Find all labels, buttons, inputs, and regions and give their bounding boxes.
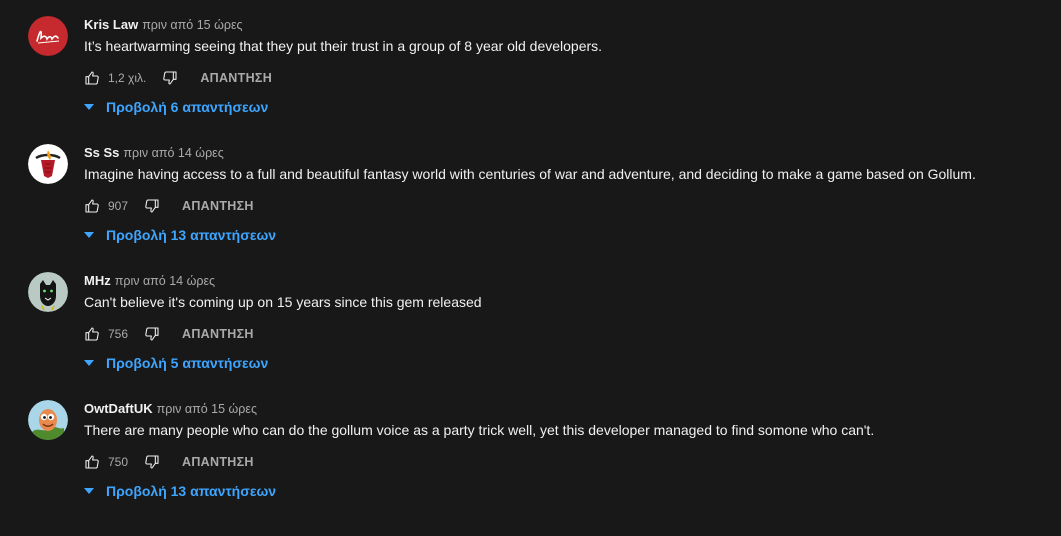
view-replies-button[interactable]: Προβολή 6 απαντήσεων bbox=[82, 95, 268, 119]
panther-avatar-icon bbox=[28, 272, 68, 312]
view-replies-label: Προβολή 6 απαντήσεων bbox=[106, 99, 269, 115]
comment-item: OwtDaftUK πριν από 15 ώρες There are many… bbox=[0, 400, 1061, 536]
author-name[interactable]: OwtDaftUK bbox=[84, 401, 153, 416]
chevron-down-icon bbox=[84, 232, 94, 238]
view-replies-label: Προβολή 13 απαντήσεων bbox=[106, 227, 277, 243]
comment-item: Ss Ss πριν από 14 ώρες Imagine having acc… bbox=[0, 144, 1061, 280]
worm-cartoon-avatar-icon bbox=[28, 400, 68, 440]
view-replies-button[interactable]: Προβολή 5 απαντήσεων bbox=[82, 351, 268, 375]
like-count: 750 bbox=[108, 455, 129, 469]
comment-toolbar: 750 ΑΠΑΝΤΗΣΗ bbox=[84, 452, 254, 472]
avatar[interactable] bbox=[28, 272, 68, 312]
reply-button[interactable]: ΑΠΑΝΤΗΣΗ bbox=[182, 455, 254, 469]
view-replies-label: Προβολή 13 απαντήσεων bbox=[106, 483, 277, 499]
like-icon[interactable] bbox=[84, 454, 100, 470]
comment-header: OwtDaftUK πριν από 15 ώρες bbox=[84, 400, 257, 418]
like-count: 1,2 χιλ. bbox=[108, 71, 147, 85]
reply-button[interactable]: ΑΠΑΝΤΗΣΗ bbox=[200, 71, 272, 85]
comment-header: MHz πριν από 14 ώρες bbox=[84, 272, 215, 290]
chevron-down-icon bbox=[84, 488, 94, 494]
comment-toolbar: 756 ΑΠΑΝΤΗΣΗ bbox=[84, 324, 254, 344]
dislike-icon[interactable] bbox=[162, 70, 178, 86]
comment-time[interactable]: πριν από 14 ώρες bbox=[123, 146, 223, 160]
like-icon[interactable] bbox=[84, 326, 100, 342]
like-icon[interactable] bbox=[84, 198, 100, 214]
comment-toolbar: 907 ΑΠΑΝΤΗΣΗ bbox=[84, 196, 254, 216]
comment-time[interactable]: πριν από 15 ώρες bbox=[142, 18, 242, 32]
comment-text: There are many people who can do the gol… bbox=[84, 422, 875, 438]
comment-text: Can't believe it's coming up on 15 years… bbox=[84, 294, 482, 310]
signature-logo-avatar-icon bbox=[28, 16, 68, 56]
avatar[interactable] bbox=[28, 16, 68, 56]
reply-button[interactable]: ΑΠΑΝΤΗΣΗ bbox=[182, 199, 254, 213]
dislike-icon[interactable] bbox=[144, 454, 160, 470]
comment-time[interactable]: πριν από 14 ώρες bbox=[115, 274, 215, 288]
view-replies-button[interactable]: Προβολή 13 απαντήσεων bbox=[82, 223, 276, 247]
dislike-icon[interactable] bbox=[144, 326, 160, 342]
comment-item: MHz πριν από 14 ώρες Can't believe it's c… bbox=[0, 272, 1061, 408]
author-name[interactable]: Ss Ss bbox=[84, 145, 119, 160]
like-count: 907 bbox=[108, 199, 129, 213]
reply-button[interactable]: ΑΠΑΝΤΗΣΗ bbox=[182, 327, 254, 341]
author-name[interactable]: Kris Law bbox=[84, 17, 138, 32]
view-replies-label: Προβολή 5 απαντήσεων bbox=[106, 355, 269, 371]
like-icon[interactable] bbox=[84, 70, 100, 86]
comment-header: Kris Law πριν από 15 ώρες bbox=[84, 16, 243, 34]
comment-time[interactable]: πριν από 15 ώρες bbox=[157, 402, 257, 416]
dislike-icon[interactable] bbox=[144, 198, 160, 214]
heat-logo-avatar-icon bbox=[28, 144, 68, 184]
author-name[interactable]: MHz bbox=[84, 273, 111, 288]
chevron-down-icon bbox=[84, 360, 94, 366]
avatar[interactable] bbox=[28, 144, 68, 184]
comment-item: Kris Law πριν από 15 ώρες It’s heartwarmi… bbox=[0, 16, 1061, 152]
avatar[interactable] bbox=[28, 400, 68, 440]
chevron-down-icon bbox=[84, 104, 94, 110]
comment-toolbar: 1,2 χιλ. ΑΠΑΝΤΗΣΗ bbox=[84, 68, 272, 88]
comment-text: Imagine having access to a full and beau… bbox=[84, 166, 976, 182]
like-count: 756 bbox=[108, 327, 129, 341]
comment-header: Ss Ss πριν από 14 ώρες bbox=[84, 144, 224, 162]
comment-text: It’s heartwarming seeing that they put t… bbox=[84, 38, 603, 54]
view-replies-button[interactable]: Προβολή 13 απαντήσεων bbox=[82, 479, 276, 503]
